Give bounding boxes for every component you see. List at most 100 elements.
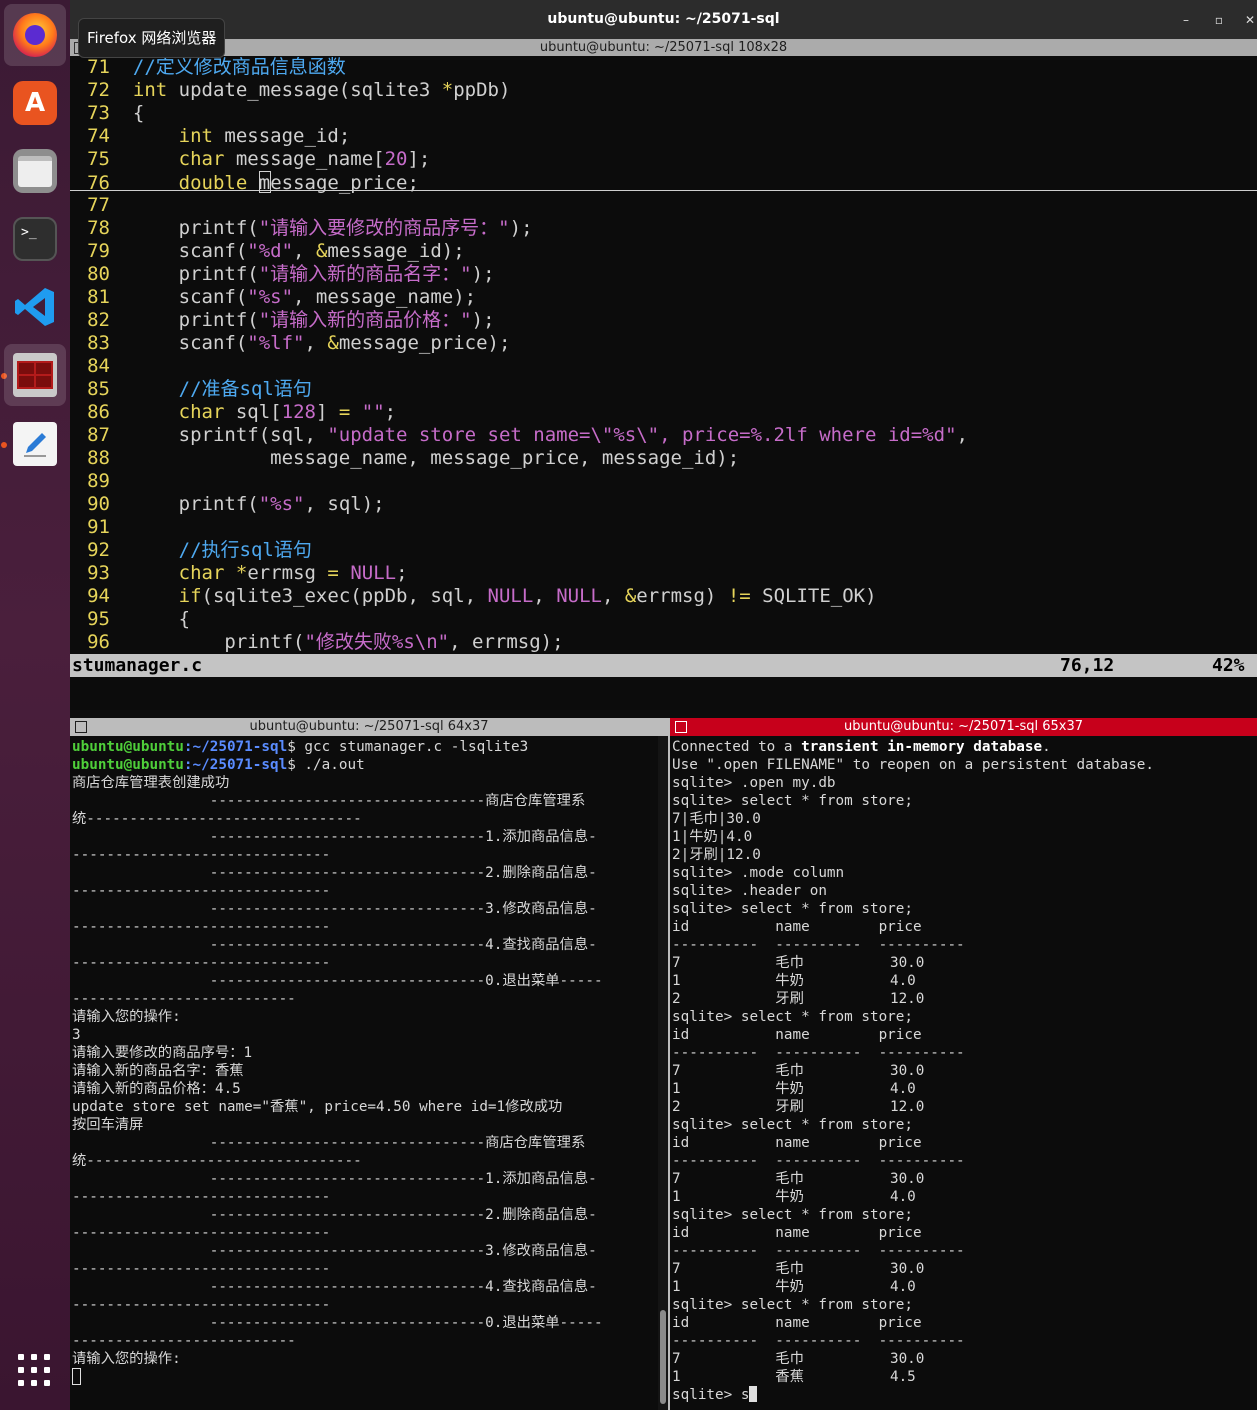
code-token: errmsg <box>247 562 328 584</box>
line-number: 80 <box>87 263 110 285</box>
terminal-output: 2 牙刷 12.0 <box>672 1099 925 1115</box>
terminal-line: --------------------------------商店仓库管理系 <box>72 1134 586 1152</box>
terminal-output: ---------- ---------- ---------- <box>672 1045 965 1061</box>
window-titlebar[interactable]: ubuntu@ubuntu: ~/25071-sql – ▫ ✕ <box>70 0 1257 39</box>
terminal-line: Use ".open FILENAME" to reopen on a pers… <box>672 756 1154 774</box>
scrollbar-thumb[interactable] <box>660 1310 666 1404</box>
code-token: ); <box>471 263 495 285</box>
terminal-line: --------------------------------0.退出菜单--… <box>72 972 603 990</box>
dock-text-editor[interactable] <box>4 413 66 475</box>
code-token: , <box>956 424 968 446</box>
maximize-button[interactable]: ▫ <box>1209 10 1229 30</box>
code-token: scanf( <box>132 332 248 354</box>
dock-vscode[interactable] <box>4 276 66 338</box>
line-number: 92 <box>87 539 110 561</box>
terminal-line: --------------------------------4.查找商品信息… <box>72 936 597 954</box>
terminal-line: 请输入您的操作: <box>72 1350 181 1368</box>
line-number: 90 <box>87 493 110 515</box>
terminal-line: 7 毛巾 30.0 <box>672 1260 924 1278</box>
files-icon <box>13 149 57 193</box>
code-token: , <box>533 585 557 607</box>
dock-tooltip: Firefox 网络浏览器 <box>78 18 226 58</box>
dock-firefox[interactable] <box>4 4 66 66</box>
terminal-line: ------------------------------ <box>72 1296 330 1314</box>
dock-software[interactable]: A <box>4 72 66 134</box>
code-token: "修改失败%s\n" <box>304 631 450 653</box>
terminal-line: sqlite> select * from store; <box>672 792 913 810</box>
terminal-output: --------------------------------0.退出菜单--… <box>72 1315 603 1331</box>
pane-group-icon[interactable] <box>75 721 87 733</box>
top-pane-titlebar[interactable]: ubuntu@ubuntu: ~/25071-sql 108x28 <box>70 39 1257 56</box>
dock-files[interactable] <box>4 140 66 202</box>
code-token: * <box>235 562 248 584</box>
status-percent: 42% <box>1212 655 1245 676</box>
left-pane-titlebar[interactable]: ubuntu@ubuntu: ~/25071-sql 64x37 <box>70 718 668 736</box>
terminal-line: 请输入您的操作: <box>72 1008 181 1026</box>
code-line: 79 scanf("%d", &message_id); <box>70 240 465 263</box>
code-line: 88 message_name, message_price, message_… <box>70 447 739 470</box>
dock-terminator[interactable] <box>4 344 66 406</box>
code-token: if <box>178 585 202 607</box>
code-line: 82 printf("请输入新的商品价格："); <box>70 309 495 332</box>
code-token: != <box>727 585 751 607</box>
terminal-line: ---------- ---------- ---------- <box>672 936 965 954</box>
terminal-output: --------------------------------3.修改商品信息… <box>72 1243 597 1259</box>
right-terminal[interactable]: Connected to a transient in-memory datab… <box>670 736 1257 1410</box>
show-apps-icon[interactable] <box>18 1354 50 1386</box>
line-number: 73 <box>87 102 110 124</box>
left-terminal[interactable]: ubuntu@ubuntu:~/25071-sql$ gcc stumanage… <box>70 736 658 1410</box>
line-number: 88 <box>87 447 110 469</box>
code-token: { <box>132 102 145 124</box>
code-token: 20 <box>384 148 408 170</box>
code-token: message_price; <box>258 172 419 194</box>
terminal-line: 7|毛巾|30.0 <box>672 810 761 828</box>
code-line: 74 int message_id; <box>70 125 350 148</box>
close-button[interactable]: ✕ <box>1240 10 1257 30</box>
code-token: message_name, message_price, message_id)… <box>132 447 740 469</box>
line-number: 86 <box>87 401 110 423</box>
terminal-output: 请输入您的操作: <box>72 1009 181 1025</box>
terminal-line: ---------- ---------- ---------- <box>672 1242 965 1260</box>
terminal-output: sqlite> .open my.db <box>672 775 836 791</box>
code-token: "update store set name=\"%s\", price=%.2… <box>327 424 957 446</box>
code-token: "请输入新的商品名字：" <box>258 263 472 285</box>
terminal-output: 请输入要修改的商品序号：1 <box>72 1045 253 1061</box>
left-terminal-scrollbar[interactable] <box>658 736 668 1410</box>
pane-group-icon[interactable] <box>675 721 687 733</box>
code-token: "请输入要修改的商品序号：" <box>258 217 510 239</box>
code-line: 89 <box>70 470 133 493</box>
code-token: ); <box>471 309 495 331</box>
terminal-line: 1|牛奶|4.0 <box>672 828 752 846</box>
terminal-output: ------------------------------ <box>72 919 331 935</box>
code-line: 94 if(sqlite3_exec(ppDb, sql, NULL, NULL… <box>70 585 876 608</box>
line-number: 81 <box>87 286 110 308</box>
right-pane-titlebar[interactable]: ubuntu@ubuntu: ~/25071-sql 65x37 <box>670 718 1257 736</box>
text-editor-icon <box>13 422 57 466</box>
terminal-line: 统-------------------------------- <box>72 1152 362 1170</box>
minimize-button[interactable]: – <box>1176 10 1196 30</box>
terminal-output: 1 牛奶 4.0 <box>672 1189 916 1205</box>
terminal-output: 1 香蕉 4.5 <box>672 1369 916 1385</box>
terminal-line: 2 牙刷 12.0 <box>672 1098 924 1116</box>
vim-editor[interactable]: 71 //定义修改商品信息函数 72 int update_message(sql… <box>70 56 1257 654</box>
line-number: 96 <box>87 631 110 653</box>
terminal-output: 请输入您的操作: <box>72 1351 181 1367</box>
terminal-line: id name price <box>672 1026 922 1044</box>
code-token: { <box>132 608 191 630</box>
code-token: NULL <box>556 585 602 607</box>
line-number: 72 <box>87 79 110 101</box>
line-number: 82 <box>87 309 110 331</box>
terminal-line: --------------------------------2.删除商品信息… <box>72 864 597 882</box>
code-token: & <box>624 585 637 607</box>
dock-terminal[interactable]: >_ <box>4 208 66 270</box>
terminal-output: 按回车清屏 <box>72 1117 144 1133</box>
code-token: char <box>178 562 225 584</box>
terminal-output: sqlite> select * from store; <box>672 1009 914 1025</box>
vim-statusline: stumanager.c 76,12 42% <box>70 654 1257 677</box>
line-number: 91 <box>87 516 110 538</box>
code-token: sql[ <box>224 401 282 423</box>
code-token: printf( <box>132 493 259 515</box>
